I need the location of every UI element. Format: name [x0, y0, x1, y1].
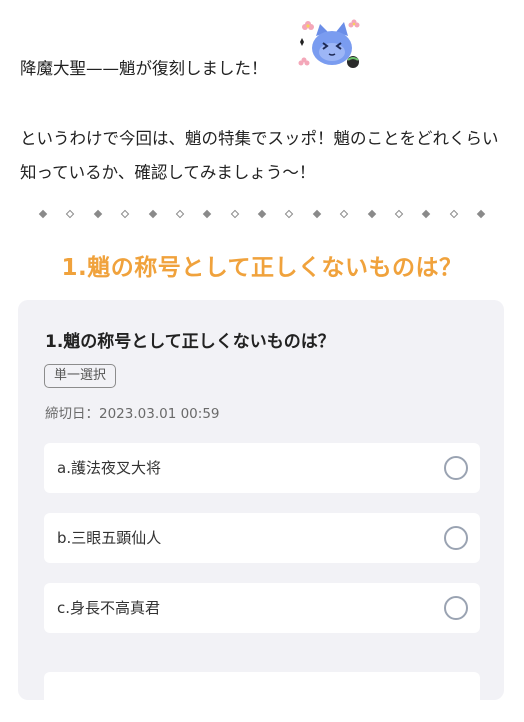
diamond-filled-icon: [422, 209, 431, 219]
diamond-filled-icon: [367, 209, 376, 219]
poll-deadline: 締切日：2023.03.01 00:59: [45, 406, 220, 422]
diamond-hollow-icon: [120, 209, 130, 219]
intro-text-paragraph: というわけで今回は、魈の特集でスッポ！魈のことをどれくらい知っているか、確認して…: [20, 129, 499, 182]
poll-card: 1.魈の称号として正しくないものは？ 単一選択 締切日：2023.03.01 0…: [18, 300, 504, 722]
diamond-filled-icon: [312, 209, 321, 219]
diamond-hollow-icon: [175, 209, 185, 219]
diamond-filled-icon: [476, 209, 486, 219]
diamond-hollow-icon: [285, 209, 294, 219]
diamond-hollow-icon: [394, 209, 404, 219]
diamond-filled-icon: [148, 209, 157, 219]
diamond-filled-icon: [257, 209, 267, 219]
diamond-filled-icon: [38, 209, 48, 219]
intro-text-line1: 降魔大聖——魈が復刻しました！: [20, 59, 268, 78]
radio-button[interactable]: [444, 596, 468, 620]
poll-option-label: b.三眼五顕仙人: [57, 529, 162, 547]
radio-button[interactable]: [444, 456, 468, 480]
diamond-hollow-icon: [66, 209, 75, 219]
poll-option-a[interactable]: a.護法夜叉大将: [44, 443, 480, 493]
diamond-hollow-icon: [449, 209, 458, 219]
poll-title: 1.魈の称号として正しくないものは？: [45, 332, 335, 352]
diamond-hollow-icon: [339, 209, 349, 219]
poll-option-label: a.護法夜叉大将: [57, 459, 161, 477]
poll-option-c[interactable]: c.身長不高真君: [44, 583, 480, 633]
diamond-hollow-icon: [230, 209, 239, 219]
diamond-filled-icon: [203, 209, 212, 219]
poll-type-badge: 単一選択: [44, 364, 117, 388]
decorative-divider: [38, 206, 486, 222]
poll-option-label: c.身長不高真君: [57, 599, 161, 617]
poll-option-b[interactable]: b.三眼五顕仙人: [44, 513, 480, 563]
diamond-filled-icon: [93, 209, 102, 219]
section-heading: 1.魈の称号として正しくないものは？: [61, 255, 463, 281]
radio-button[interactable]: [444, 526, 468, 550]
